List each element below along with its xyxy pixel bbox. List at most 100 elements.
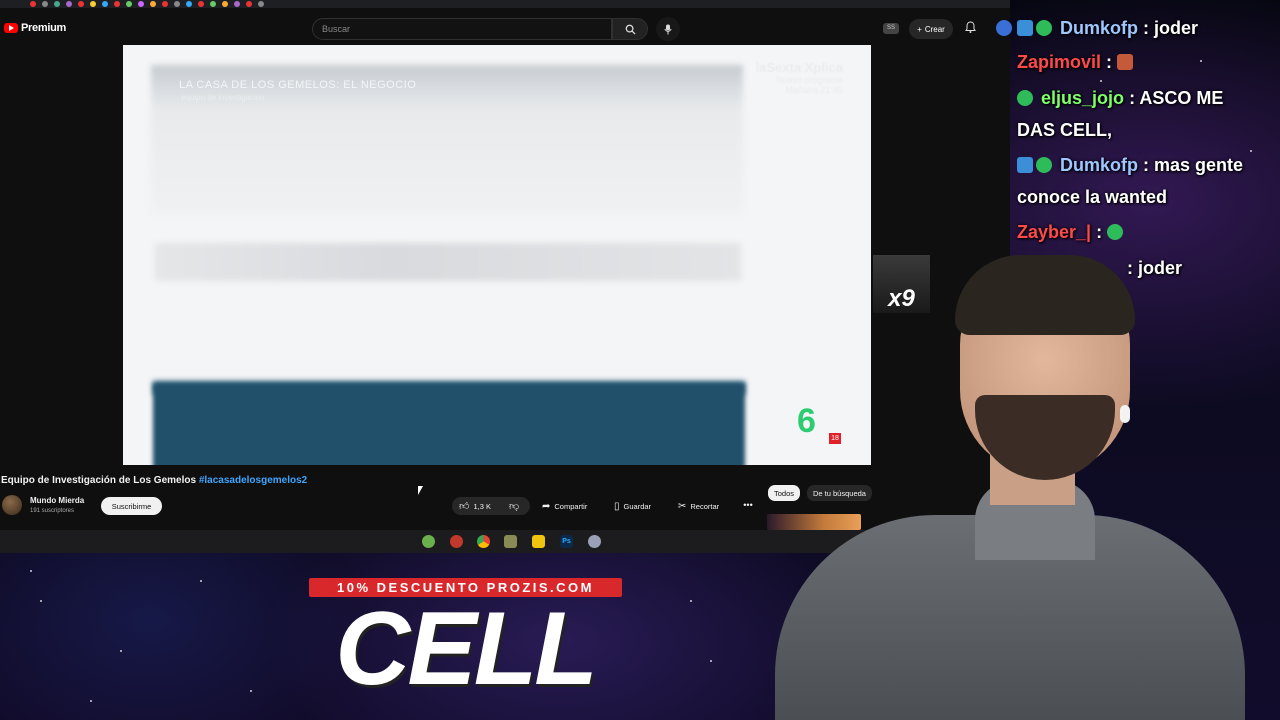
chat-username: Zayber_|	[1017, 222, 1092, 242]
tab-favicon[interactable]	[162, 1, 168, 7]
chat-message: eljus_jojo : ASCO ME	[1017, 82, 1223, 114]
tab-favicon[interactable]	[114, 1, 120, 7]
chat-text: : mas gente	[1143, 155, 1244, 175]
tab-favicon[interactable]	[102, 1, 108, 7]
earbud	[1120, 405, 1130, 423]
like-count: 1,3 K	[473, 501, 491, 511]
chat-text: :	[1096, 222, 1103, 242]
video-overlay-subtitle: equipo de investigación	[181, 93, 265, 102]
streamer-name-logo: CELL	[335, 591, 598, 707]
chat-text: : ASCO ME	[1129, 88, 1224, 108]
tab-favicon[interactable]	[42, 1, 48, 7]
tab-favicon[interactable]	[186, 1, 192, 7]
streamer-webcam	[735, 255, 1280, 720]
tab-favicon[interactable]	[126, 1, 132, 7]
plus-icon: +	[917, 24, 922, 34]
youtube-logo[interactable]: Premium	[4, 22, 66, 34]
watermark-line2: Nuevo programa	[775, 75, 843, 85]
chat-username: Zapimovil	[1017, 52, 1102, 72]
spotify-icon[interactable]	[422, 535, 435, 548]
share-icon: ➦	[542, 500, 551, 512]
chat-username: Dumkofp	[1060, 155, 1139, 175]
chat-username: Dumkofp	[1060, 18, 1139, 38]
microphone-icon	[664, 24, 672, 34]
discord-icon[interactable]	[588, 535, 601, 548]
tab-favicon[interactable]	[222, 1, 228, 7]
app-icon[interactable]	[504, 535, 517, 548]
like-button[interactable]: 👍︎ 1,3 K	[459, 497, 491, 515]
tab-favicon[interactable]	[234, 1, 240, 7]
chat-message: Zayber_| :	[1017, 216, 1126, 248]
logo-text: Premium	[21, 22, 66, 34]
youtube-header: Premium Buscar SS + Crear	[0, 8, 1012, 46]
tab-favicon[interactable]	[198, 1, 204, 7]
dislike-button[interactable]: 👎︎	[509, 497, 519, 515]
emote-badge-icon	[1017, 90, 1033, 106]
tab-favicon[interactable]	[150, 1, 156, 7]
user-avatar[interactable]	[996, 20, 1012, 36]
tab-favicon[interactable]	[258, 1, 264, 7]
photoshop-icon[interactable]: Ps	[560, 535, 573, 548]
chat-message: Dumkofp : joder	[1017, 12, 1198, 44]
tab-favicon[interactable]	[78, 1, 84, 7]
notifications-bell-icon[interactable]	[965, 21, 976, 36]
search-icon	[625, 24, 636, 35]
share-button[interactable]: ➦ Compartir	[542, 497, 587, 515]
create-button[interactable]: + Crear	[909, 19, 953, 39]
video-title: Equipo de Investigación de Los Gemelos #…	[1, 475, 307, 486]
emote-badge-icon	[1036, 157, 1052, 173]
tab-favicon[interactable]	[210, 1, 216, 7]
thumbs-down-icon: 👎︎	[509, 501, 520, 512]
watermark-line3: Mañana 21:45	[785, 85, 843, 95]
file-explorer-icon[interactable]	[532, 535, 545, 548]
clip-button[interactable]: ✂ Recortar	[678, 497, 719, 515]
watermark-line1: laSexta Xplica	[755, 60, 843, 75]
video-frame-bottom-panel	[153, 383, 745, 465]
tab-favicon[interactable]	[174, 1, 180, 7]
mouse-cursor-icon	[418, 486, 427, 495]
tab-favicon[interactable]	[54, 1, 60, 7]
video-title-text: Equipo de Investigación de Los Gemelos	[1, 475, 197, 486]
tab-favicon[interactable]	[138, 1, 144, 7]
scissors-icon: ✂	[678, 500, 687, 512]
subscribe-button[interactable]: Suscribirme	[101, 497, 162, 515]
chat-message-continued: DAS CELL,	[1017, 120, 1113, 140]
chat-message: : joder	[1127, 258, 1183, 278]
video-hashtag[interactable]: #lacasadelosgemelos2	[199, 475, 307, 486]
chat-text: :	[1106, 52, 1113, 72]
search-button[interactable]	[612, 18, 648, 40]
tab-favicon[interactable]	[246, 1, 252, 7]
broadcaster-watermark: laSexta Xplica Nuevo programa Mañana 21:…	[756, 60, 843, 95]
streamer-hair	[955, 255, 1135, 335]
chat-emote-icon	[1117, 54, 1134, 70]
browser-tab-strip[interactable]	[0, 0, 1010, 8]
thumbs-up-icon: 👍︎	[459, 501, 470, 512]
create-label: Crear	[924, 24, 945, 34]
search-input[interactable]: Buscar	[312, 18, 612, 40]
video-frame-middle-panel	[155, 243, 741, 281]
voice-search-button[interactable]	[656, 17, 680, 41]
channel-avatar[interactable]	[2, 495, 22, 515]
save-label: Guardar	[623, 501, 652, 511]
chat-message: Zapimovil :	[1017, 46, 1136, 78]
sub-badge-icon	[1017, 20, 1033, 36]
save-button[interactable]: ▯ Guardar	[614, 497, 651, 515]
chat-emote-icon	[1107, 224, 1124, 240]
chat-username: eljus_jojo	[1041, 88, 1125, 108]
emote-badge-icon	[1036, 20, 1052, 36]
chat-message: Dumkofp : mas gente	[1017, 149, 1243, 181]
channel-name[interactable]: Mundo Mierda	[30, 496, 84, 505]
recording-app-icon[interactable]	[450, 535, 463, 548]
clip-label: Recortar	[690, 501, 720, 511]
subscriber-count: 191 suscriptores	[30, 508, 75, 514]
tab-favicon[interactable]	[66, 1, 72, 7]
video-overlay-title: LA CASA DE LOS GEMELOS: EL NEGOCIO	[179, 79, 417, 91]
bookmark-icon: ▯	[614, 500, 620, 512]
tab-favicon[interactable]	[30, 1, 36, 7]
chrome-icon[interactable]	[477, 535, 490, 548]
tab-favicon[interactable]	[90, 1, 96, 7]
account-badge[interactable]: SS	[883, 23, 899, 34]
sub-badge-icon	[1017, 157, 1033, 173]
chat-text: : joder	[1143, 18, 1199, 38]
youtube-play-icon	[4, 23, 18, 33]
